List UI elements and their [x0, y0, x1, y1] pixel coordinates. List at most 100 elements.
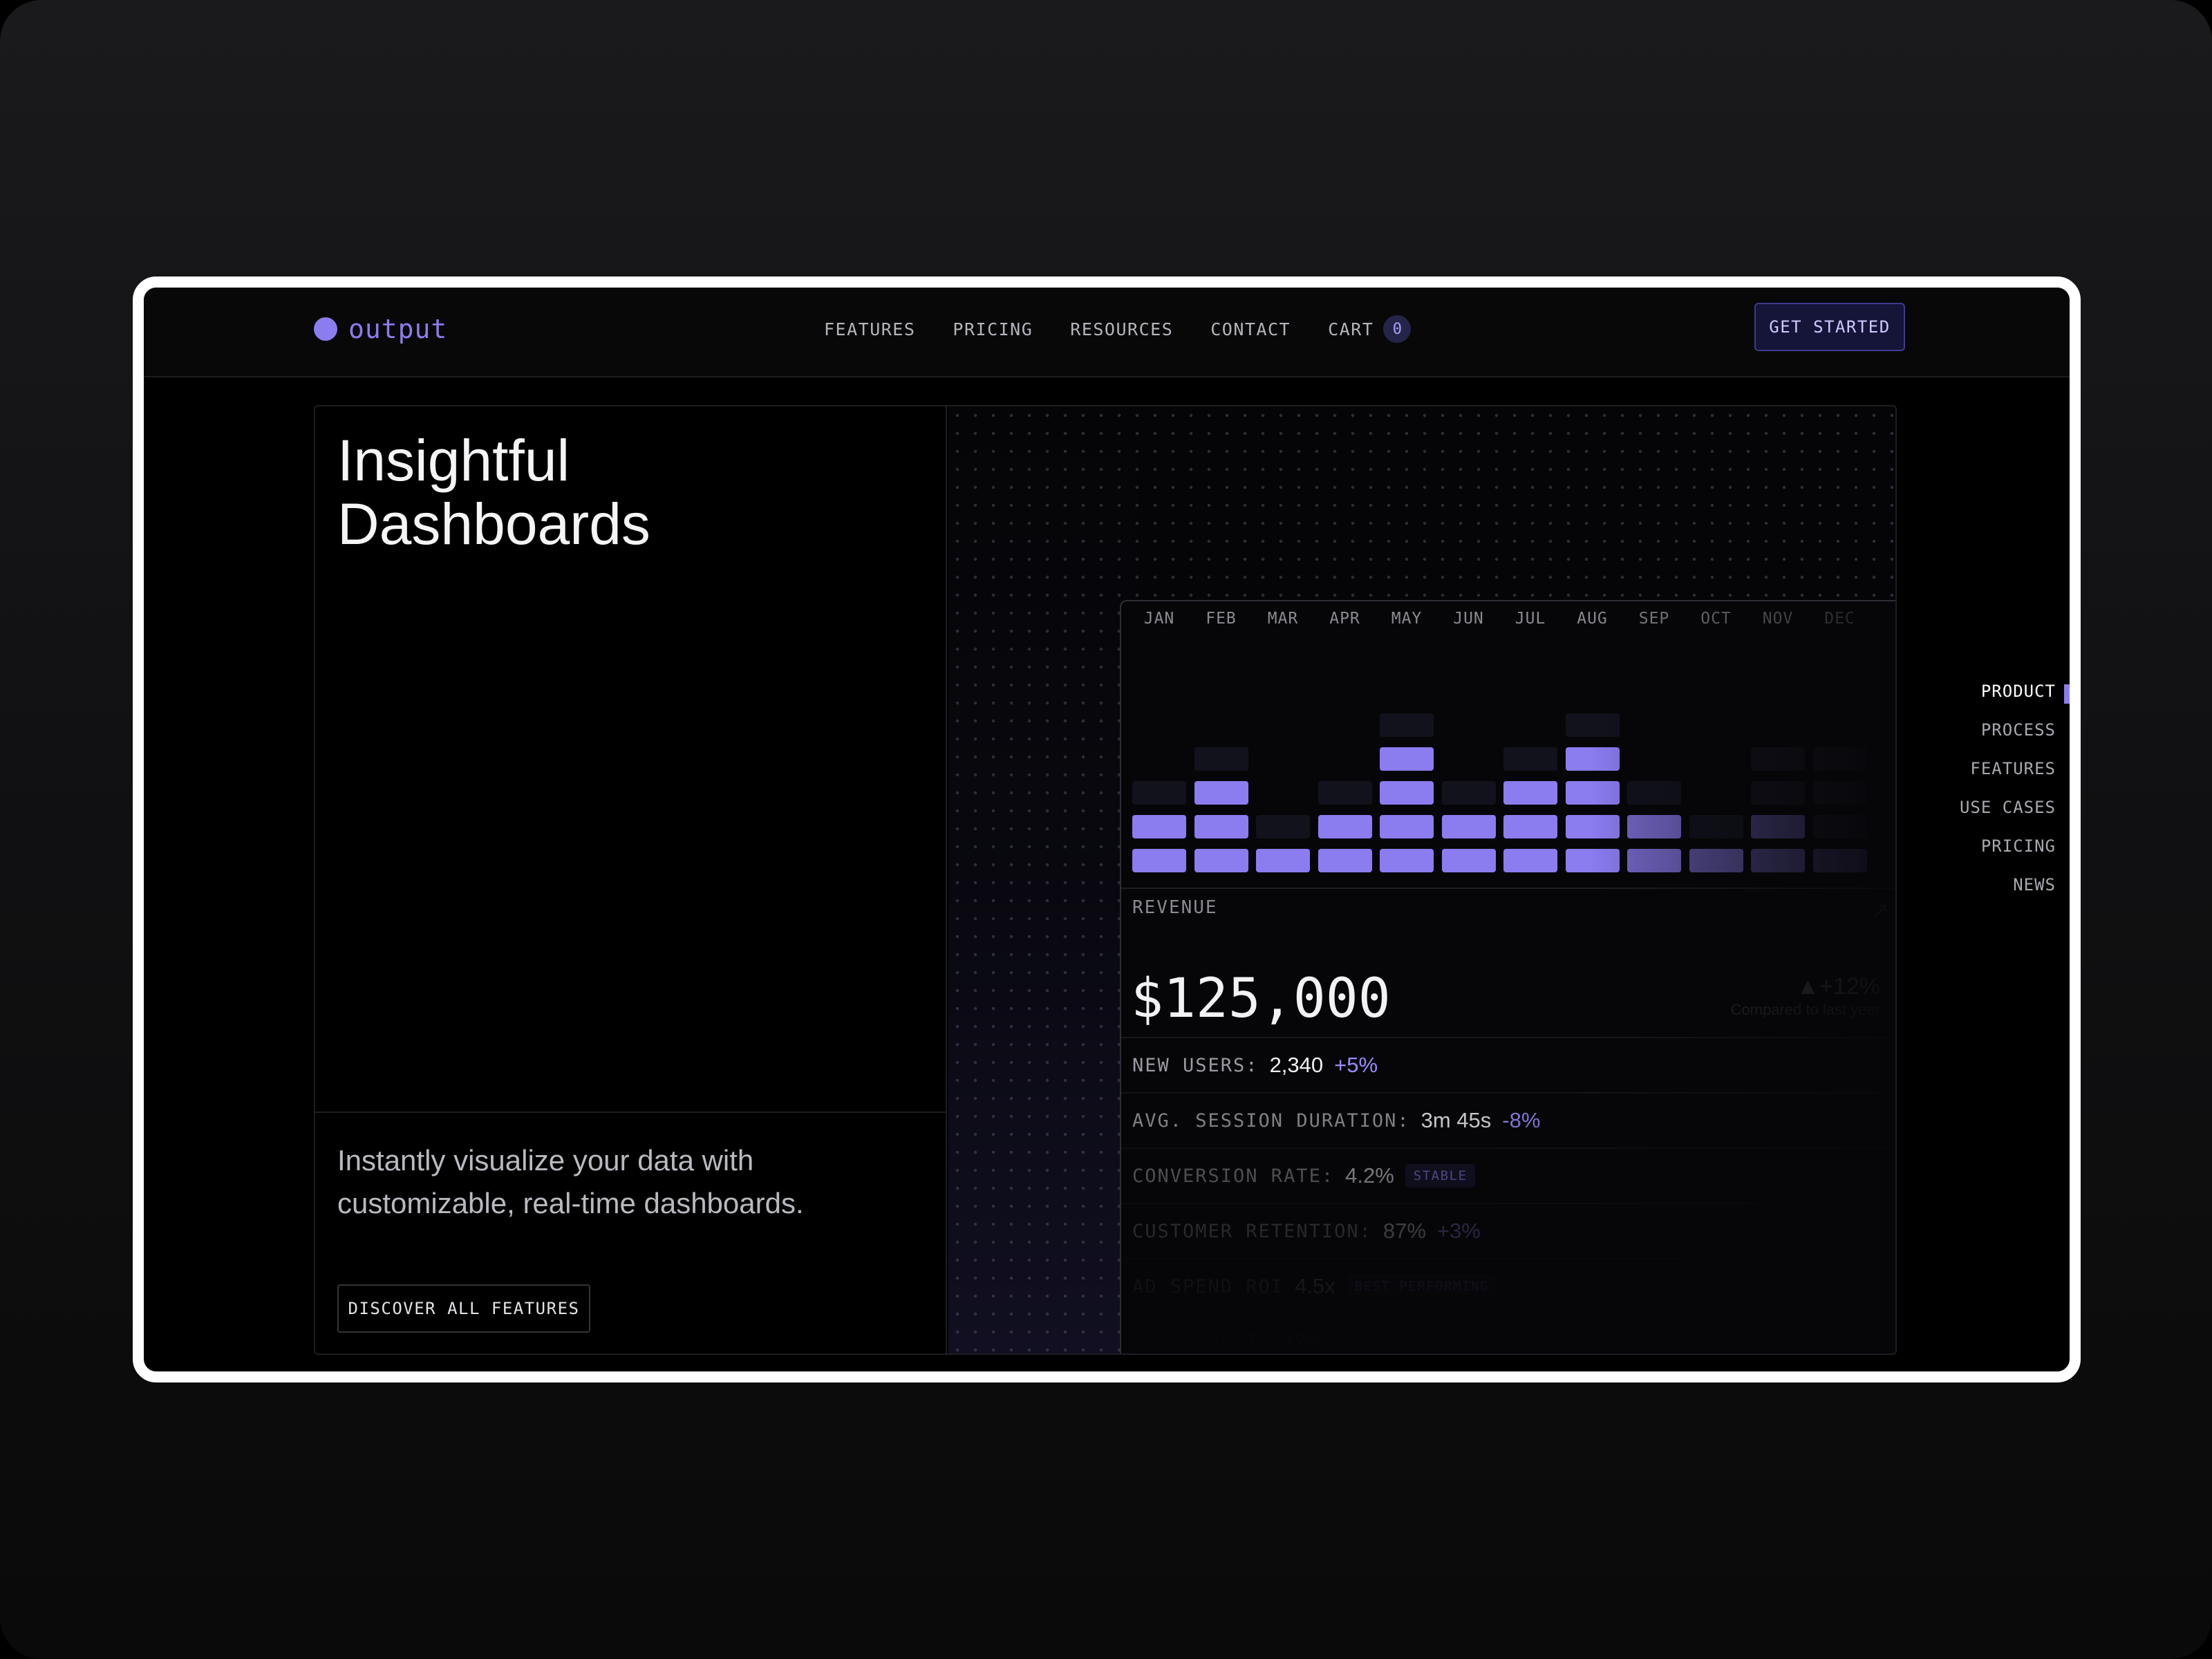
- bar-track-dec: [1812, 747, 1867, 771]
- revenue-label: REVENUE: [1132, 897, 1218, 918]
- bar-segment-feb: [1194, 849, 1248, 872]
- section-nav-label: NEWS: [2013, 875, 2056, 894]
- bar-segment-may: [1380, 815, 1434, 838]
- chart-baseline: [1121, 888, 1895, 889]
- active-marker: [2064, 684, 2070, 704]
- metric-value: 87%: [1382, 1219, 1426, 1243]
- metric-label: AD SPEND ROI: [1132, 1275, 1284, 1297]
- bar-segment-nov: [1751, 815, 1805, 838]
- section-nav-label: PROCESS: [1980, 720, 2056, 740]
- bar-track-may: [1380, 713, 1434, 737]
- nav-link-resources[interactable]: RESOURCES: [1070, 319, 1173, 339]
- revenue-delta: ▲+12%: [1796, 973, 1880, 1000]
- bar-track-jul: [1503, 747, 1557, 771]
- section-nav-label: USE CASES: [1959, 798, 2056, 817]
- bar-track-nov: [1751, 747, 1805, 771]
- bar-segment-may: [1380, 747, 1434, 771]
- bar-segment-aug: [1565, 815, 1620, 838]
- metric-label: CONVERSION RATE:: [1132, 1165, 1335, 1187]
- section-nav-label: FEATURES: [1970, 759, 2056, 778]
- metric-row: CUSTOMER RETENTION: 87% +3%: [1121, 1203, 1895, 1258]
- cart-link[interactable]: CART 0: [1328, 315, 1412, 343]
- metric-row: AVG. SESSION DURATION: 3m 45s -8%: [1121, 1092, 1895, 1147]
- bar-track-feb: [1194, 747, 1248, 771]
- metric-value: 3m 45s: [1421, 1108, 1492, 1132]
- bar-segment-jul: [1503, 781, 1557, 805]
- get-started-button[interactable]: GET STARTED: [1754, 303, 1905, 351]
- nav-link-contact[interactable]: CONTACT: [1210, 319, 1291, 339]
- bar-segment-sep: [1627, 815, 1681, 838]
- logo-text: output: [348, 314, 448, 344]
- bar-segment-dec: [1812, 849, 1867, 872]
- bar-segment-may: [1380, 849, 1434, 872]
- metric-value: 4.5x: [1295, 1274, 1335, 1298]
- metric-label: NEW USERS:: [1132, 1054, 1259, 1076]
- bar-track-nov: [1751, 781, 1805, 805]
- bar-track-jun: [1441, 781, 1496, 805]
- logo-dot-icon: [314, 317, 337, 341]
- bar-segment-feb: [1194, 815, 1248, 838]
- bar-segment-feb: [1194, 781, 1248, 805]
- site-header: output FEATURES PRICING RESOURCES CONTAC…: [144, 288, 2070, 377]
- metric-label: CUSTOMER RETENTION:: [1132, 1220, 1372, 1242]
- browser-window: output FEATURES PRICING RESOURCES CONTAC…: [133, 276, 2081, 1382]
- section-nav-item-process[interactable]: PROCESS: [1931, 720, 2070, 748]
- arrow-up-right-icon[interactable]: ↗: [1871, 897, 1891, 925]
- hero-section: Insightful Dashboards Instantly visualiz…: [314, 405, 1897, 1355]
- metric-row: CONVERSION RATE: 4.2% STABLE: [1121, 1147, 1895, 1203]
- cart-label: CART: [1328, 319, 1374, 339]
- nav-link-features[interactable]: FEATURES: [824, 319, 915, 339]
- hero-left-panel: Insightful Dashboards Instantly visualiz…: [315, 406, 947, 1353]
- bar-segment-mar: [1256, 849, 1310, 872]
- section-nav-label: PRICING: [1980, 836, 2056, 856]
- bar-track-jan: [1132, 781, 1186, 805]
- bar-segment-jan: [1132, 849, 1186, 872]
- bar-segment-aug: [1565, 781, 1620, 805]
- logo[interactable]: output: [314, 314, 447, 344]
- hero-subtitle-line-1: Instantly visualize your data with: [337, 1144, 754, 1177]
- revenue-value: $125,000: [1131, 968, 1391, 1030]
- section-nav-item-news[interactable]: NEWS: [1931, 875, 2070, 903]
- discover-features-button[interactable]: DISCOVER ALL FEATURES: [337, 1284, 590, 1333]
- hero-title-line-2: Dashboards: [337, 491, 650, 556]
- bar-segment-oct: [1689, 849, 1743, 872]
- section-nav-item-product[interactable]: PRODUCT: [1931, 682, 2070, 709]
- hero-subtitle-line-2: customizable, real-time dashboards.: [337, 1187, 804, 1219]
- bar-track-mar: [1256, 815, 1310, 838]
- dashboard-card: JAN FEB MAR APR MAY JUN JUL AUG SEP OCT NOV DEC REV…: [1120, 600, 1895, 1353]
- bar-track-aug: [1565, 713, 1620, 737]
- metric-tag: BEST PERFORMING: [1346, 1275, 1497, 1298]
- bar-segment-jan: [1132, 815, 1186, 838]
- bar-track-sep: [1627, 781, 1681, 805]
- bar-chart: [1121, 601, 1895, 892]
- bar-segment-jul: [1503, 849, 1557, 872]
- accent-strip: [948, 406, 1138, 1353]
- bar-segment-apr: [1318, 815, 1372, 838]
- main-nav: FEATURES PRICING RESOURCES CONTACT CART …: [824, 315, 1412, 343]
- hero-subtitle: Instantly visualize your data with custo…: [337, 1139, 904, 1225]
- metric-label: AVG. SESSION DURATION:: [1132, 1109, 1410, 1132]
- metric-change: -8%: [1502, 1108, 1541, 1132]
- bar-track-dec: [1812, 781, 1867, 805]
- section-nav-item-features[interactable]: FEATURES: [1931, 759, 2070, 787]
- bar-segment-jul: [1503, 815, 1557, 838]
- bar-segment-jun: [1441, 815, 1496, 838]
- hero-title-line-1: Insightful: [337, 428, 570, 493]
- metric-change: +10%: [1335, 1329, 1392, 1353]
- bar-segment-nov: [1751, 849, 1805, 872]
- metric-value: 4.2%: [1345, 1163, 1394, 1188]
- bar-track-dec: [1812, 815, 1867, 838]
- bar-segment-aug: [1565, 849, 1620, 872]
- nav-link-pricing[interactable]: PRICING: [953, 319, 1033, 339]
- bar-segment-apr: [1318, 849, 1372, 872]
- bar-segment-jun: [1441, 849, 1496, 872]
- metric-row: NEW USERS: 2,340 +5%: [1121, 1037, 1895, 1092]
- hero-divider: [315, 1112, 946, 1113]
- bar-track-oct: [1689, 815, 1743, 838]
- bar-segment-sep: [1627, 849, 1681, 872]
- metric-tag: STABLE: [1405, 1164, 1476, 1188]
- metric-change: +5%: [1334, 1053, 1378, 1077]
- revenue-compare: Compared to last year: [1730, 1001, 1880, 1018]
- section-nav-item-pricing[interactable]: PRICING: [1931, 836, 2070, 864]
- section-nav-item-use-cases[interactable]: USE CASES: [1931, 798, 2070, 825]
